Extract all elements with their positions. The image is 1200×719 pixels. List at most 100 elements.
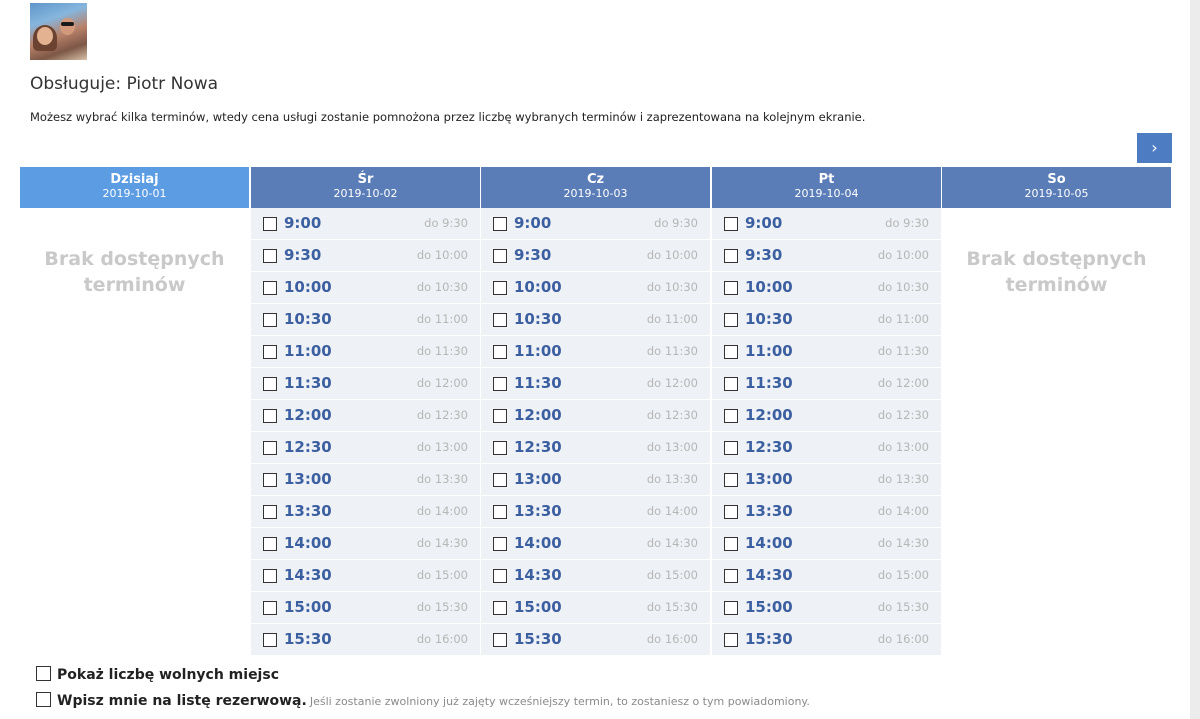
time-slot[interactable]: 9:30 do 10:00 bbox=[712, 240, 941, 272]
slot-checkbox[interactable] bbox=[493, 537, 507, 551]
time-slot[interactable]: 10:30 do 11:00 bbox=[481, 304, 710, 336]
time-slot[interactable]: 15:30 do 16:00 bbox=[712, 624, 941, 656]
slot-checkbox[interactable] bbox=[724, 601, 738, 615]
slot-checkbox[interactable] bbox=[263, 441, 277, 455]
time-slot[interactable]: 11:00 do 11:30 bbox=[251, 336, 480, 368]
slot-checkbox[interactable] bbox=[493, 633, 507, 647]
slot-checkbox[interactable] bbox=[263, 569, 277, 583]
time-slot[interactable]: 11:30 do 12:00 bbox=[481, 368, 710, 400]
slot-checkbox[interactable] bbox=[493, 601, 507, 615]
slot-end-time: do 11:00 bbox=[416, 312, 468, 326]
time-slot[interactable]: 10:30 do 11:00 bbox=[251, 304, 480, 336]
time-slot[interactable]: 14:30 do 15:00 bbox=[712, 560, 941, 592]
slot-checkbox[interactable] bbox=[493, 441, 507, 455]
slot-checkbox[interactable] bbox=[493, 473, 507, 487]
time-slot[interactable]: 14:00 do 14:30 bbox=[712, 528, 941, 560]
slot-checkbox[interactable] bbox=[724, 409, 738, 423]
time-slot[interactable]: 14:00 do 14:30 bbox=[251, 528, 480, 560]
time-slot[interactable]: 9:00 do 9:30 bbox=[251, 208, 480, 240]
slot-checkbox[interactable] bbox=[263, 345, 277, 359]
slot-checkbox[interactable] bbox=[263, 537, 277, 551]
time-slot[interactable]: 12:00 do 12:30 bbox=[481, 400, 710, 432]
slot-checkbox[interactable] bbox=[724, 377, 738, 391]
slot-list: 9:00 do 9:30 9:30 do 10:00 10:00 do 10:30 10:3… bbox=[712, 208, 941, 656]
slot-checkbox[interactable] bbox=[263, 409, 277, 423]
time-slot[interactable]: 14:30 do 15:00 bbox=[481, 560, 710, 592]
slot-checkbox[interactable] bbox=[493, 409, 507, 423]
slot-end-time: do 10:00 bbox=[416, 248, 468, 262]
show-free-slots-option[interactable]: Pokaż liczbę wolnych miejsc bbox=[36, 666, 279, 683]
slot-checkbox[interactable] bbox=[263, 473, 277, 487]
slot-checkbox[interactable] bbox=[263, 377, 277, 391]
time-slot[interactable]: 12:30 do 13:00 bbox=[251, 432, 480, 464]
time-slot[interactable]: 14:00 do 14:30 bbox=[481, 528, 710, 560]
slot-checkbox[interactable] bbox=[724, 345, 738, 359]
slot-checkbox[interactable] bbox=[493, 217, 507, 231]
time-slot[interactable]: 9:30 do 10:00 bbox=[481, 240, 710, 272]
time-slot[interactable]: 15:00 do 15:30 bbox=[712, 592, 941, 624]
slot-checkbox[interactable] bbox=[724, 281, 738, 295]
slot-checkbox[interactable] bbox=[263, 249, 277, 263]
time-slot[interactable]: 13:30 do 14:00 bbox=[712, 496, 941, 528]
slot-checkbox[interactable] bbox=[724, 473, 738, 487]
time-slot[interactable]: 11:00 do 11:30 bbox=[481, 336, 710, 368]
slot-checkbox[interactable] bbox=[493, 505, 507, 519]
slot-checkbox[interactable] bbox=[724, 633, 738, 647]
time-slot[interactable]: 9:00 do 9:30 bbox=[481, 208, 710, 240]
time-slot[interactable]: 9:00 do 9:30 bbox=[712, 208, 941, 240]
slot-checkbox[interactable] bbox=[724, 217, 738, 231]
time-slot[interactable]: 9:30 do 10:00 bbox=[251, 240, 480, 272]
time-slot[interactable]: 13:00 do 13:30 bbox=[712, 464, 941, 496]
time-slot[interactable]: 12:00 do 12:30 bbox=[251, 400, 480, 432]
slot-checkbox[interactable] bbox=[263, 505, 277, 519]
slot-end-time: do 11:30 bbox=[877, 344, 929, 358]
slot-checkbox[interactable] bbox=[493, 281, 507, 295]
time-slot[interactable]: 13:00 do 13:30 bbox=[251, 464, 480, 496]
slot-checkbox[interactable] bbox=[724, 505, 738, 519]
time-slot[interactable]: 11:30 do 12:00 bbox=[251, 368, 480, 400]
slot-checkbox[interactable] bbox=[724, 441, 738, 455]
time-slot[interactable]: 14:30 do 15:00 bbox=[251, 560, 480, 592]
time-slot[interactable]: 10:00 do 10:30 bbox=[481, 272, 710, 304]
time-slot[interactable]: 15:00 do 15:30 bbox=[251, 592, 480, 624]
time-slot[interactable]: 13:30 do 14:00 bbox=[251, 496, 480, 528]
show-free-slots-checkbox[interactable] bbox=[36, 666, 51, 681]
slot-checkbox[interactable] bbox=[493, 313, 507, 327]
time-slot[interactable]: 13:00 do 13:30 bbox=[481, 464, 710, 496]
slot-checkbox[interactable] bbox=[263, 217, 277, 231]
slot-end-time: do 10:00 bbox=[877, 248, 929, 262]
slot-checkbox[interactable] bbox=[493, 569, 507, 583]
next-week-button[interactable]: › bbox=[1137, 133, 1172, 163]
time-slot[interactable]: 10:30 do 11:00 bbox=[712, 304, 941, 336]
slot-checkbox[interactable] bbox=[263, 601, 277, 615]
slot-end-time: do 16:00 bbox=[877, 632, 929, 646]
waitlist-checkbox[interactable] bbox=[36, 692, 51, 707]
time-slot[interactable]: 11:00 do 11:30 bbox=[712, 336, 941, 368]
slot-start-time: 11:30 bbox=[514, 374, 562, 392]
time-slot[interactable]: 11:30 do 12:00 bbox=[712, 368, 941, 400]
time-slot[interactable]: 10:00 do 10:30 bbox=[251, 272, 480, 304]
slot-end-time: do 12:00 bbox=[416, 376, 468, 390]
time-slot[interactable]: 15:30 do 16:00 bbox=[481, 624, 710, 656]
slot-checkbox[interactable] bbox=[493, 345, 507, 359]
day-name: So bbox=[1047, 172, 1066, 187]
slot-checkbox[interactable] bbox=[724, 313, 738, 327]
slot-start-time: 14:00 bbox=[514, 534, 562, 552]
day-date: 2019-10-05 bbox=[1024, 187, 1089, 200]
time-slot[interactable]: 15:00 do 15:30 bbox=[481, 592, 710, 624]
time-slot[interactable]: 12:30 do 13:00 bbox=[481, 432, 710, 464]
slot-checkbox[interactable] bbox=[263, 281, 277, 295]
waitlist-option[interactable]: Wpisz mnie na listę rezerwową. Jeśli zost… bbox=[36, 692, 810, 709]
slot-checkbox[interactable] bbox=[724, 249, 738, 263]
slot-checkbox[interactable] bbox=[493, 377, 507, 391]
time-slot[interactable]: 12:30 do 13:00 bbox=[712, 432, 941, 464]
slot-checkbox[interactable] bbox=[724, 569, 738, 583]
time-slot[interactable]: 10:00 do 10:30 bbox=[712, 272, 941, 304]
time-slot[interactable]: 15:30 do 16:00 bbox=[251, 624, 480, 656]
slot-checkbox[interactable] bbox=[263, 633, 277, 647]
time-slot[interactable]: 13:30 do 14:00 bbox=[481, 496, 710, 528]
slot-checkbox[interactable] bbox=[263, 313, 277, 327]
slot-checkbox[interactable] bbox=[493, 249, 507, 263]
slot-checkbox[interactable] bbox=[724, 537, 738, 551]
time-slot[interactable]: 12:00 do 12:30 bbox=[712, 400, 941, 432]
